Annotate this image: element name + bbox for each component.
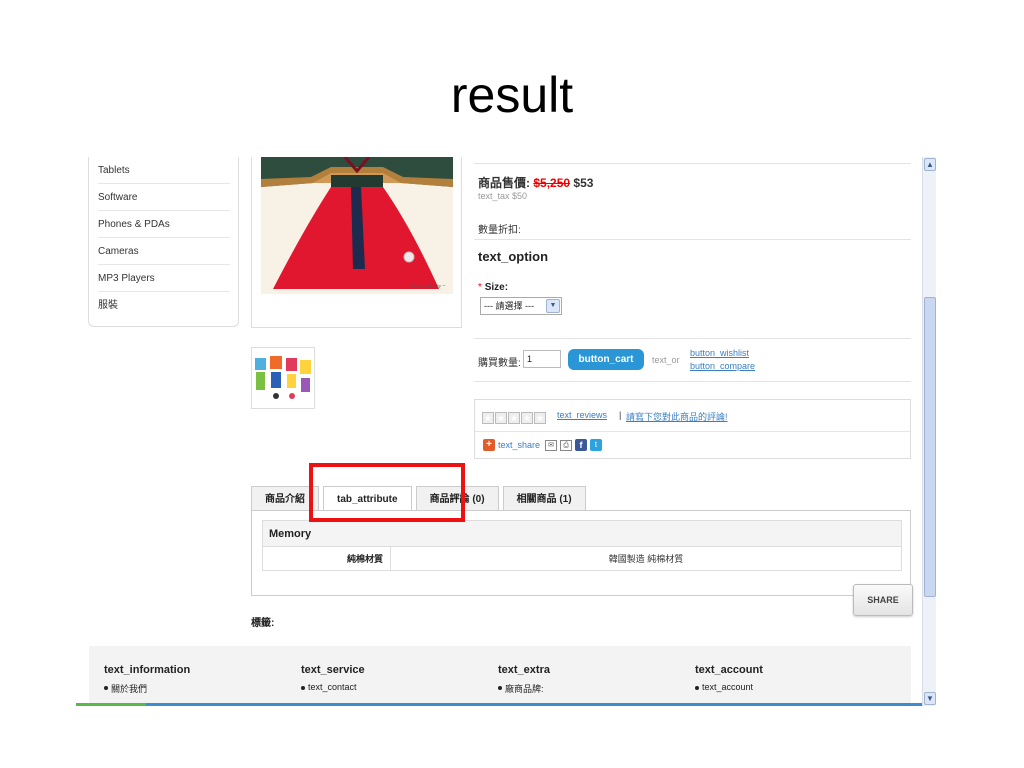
add-share-icon[interactable]: + [483, 439, 495, 451]
review-separator: | [619, 410, 622, 420]
footer-link[interactable]: 關於我們 [104, 682, 190, 695]
size-label-text: Size: [484, 282, 509, 293]
wishlist-link[interactable]: button_wishlist [690, 348, 749, 358]
size-label: * Size: [478, 282, 508, 293]
footer-link[interactable]: 廠商品牌: [498, 682, 550, 695]
price-old: $5,250 [533, 176, 571, 190]
hanbok-photo: photography by ~ [261, 157, 453, 294]
divider [475, 431, 910, 432]
share-row: + text_share ✉ ⎙ f t [483, 438, 603, 452]
quantity-label: 購買數量: [478, 358, 521, 369]
divider [474, 239, 911, 240]
email-icon[interactable]: ✉ [545, 439, 558, 451]
category-item[interactable]: MP3 Players [98, 265, 230, 292]
svg-text:photography by ~: photography by ~ [409, 283, 446, 288]
star-icon: ★ [482, 412, 494, 424]
quantity-input[interactable]: 1 [523, 350, 561, 368]
footer-column: text_account text_account [695, 664, 763, 692]
attribute-panel: Memory 純棉材質 韓國製造 純棉材質 [251, 510, 911, 596]
kids-clothes-thumbnail [252, 348, 314, 408]
category-item[interactable]: Phones & PDAs [98, 211, 230, 238]
price-label: 商品售價: [478, 176, 530, 190]
footer-title: text_information [104, 664, 191, 676]
size-select[interactable]: --- 請選擇 --- ▼ [480, 297, 562, 315]
footer-column: text_service text_contact [301, 664, 365, 692]
category-list: Tablets Software Phones & PDAs Cameras M… [88, 157, 239, 327]
write-review-link[interactable]: 請寫下您對此商品的評論! [626, 410, 728, 423]
footer-title: text_extra [498, 664, 550, 676]
facebook-icon[interactable]: f [575, 439, 588, 451]
footer-column: text_extra 廠商品牌: [498, 664, 550, 695]
star-icon: ★ [495, 412, 507, 424]
chevron-down-icon[interactable]: ▼ [546, 299, 560, 313]
category-item[interactable]: Cameras [98, 238, 230, 265]
category-item[interactable]: Tablets [98, 157, 230, 184]
share-link[interactable]: text_share [498, 440, 540, 450]
product-thumbnail[interactable] [251, 347, 315, 409]
category-item[interactable]: 服裝 [98, 292, 230, 319]
reviews-link[interactable]: text_reviews [557, 410, 607, 420]
attribute-group: Memory [262, 520, 902, 547]
star-icon: ★ [521, 412, 533, 424]
discount-label: 數量折扣: [478, 225, 521, 236]
vertical-scrollbar[interactable]: ▲ ▼ [922, 157, 936, 706]
table-row: 純棉材質 韓國製造 純棉材質 [262, 546, 902, 571]
review-box: ★ ★ ★ ★ ★ text_reviews | 請寫下您對此商品的評論! + text… [474, 399, 911, 459]
footer-link[interactable]: text_contact [301, 682, 365, 692]
footer: text_information 關於我們 text_service text_… [89, 646, 911, 706]
slide-title: result [450, 67, 574, 123]
add-to-cart-button[interactable]: button_cart [568, 349, 644, 370]
footer-title: text_service [301, 664, 365, 676]
price-new: $53 [573, 176, 594, 190]
tags-label: 標籤: [251, 618, 275, 629]
divider [474, 338, 911, 339]
status-bar [76, 703, 922, 706]
star-icon: ★ [508, 412, 520, 424]
required-mark: * [478, 282, 482, 293]
footer-link[interactable]: text_account [695, 682, 763, 692]
divider [474, 163, 911, 164]
category-item[interactable]: Software [98, 184, 230, 211]
highlight-box [309, 463, 465, 522]
footer-title: text_account [695, 664, 763, 676]
attribute-value: 韓國製造 純棉材質 [608, 554, 684, 564]
browser-screenshot: Tablets Software Phones & PDAs Cameras M… [76, 157, 936, 706]
price-line: 商品售價: $5,250 $53 [478, 174, 593, 191]
attribute-table: Memory 純棉材質 韓國製造 純棉材質 [262, 520, 902, 571]
twitter-icon[interactable]: t [590, 439, 603, 451]
star-icon: ★ [534, 412, 546, 424]
rating-stars: ★ ★ ★ ★ ★ [482, 408, 547, 426]
divider [474, 381, 911, 382]
option-title: text_option [478, 249, 549, 264]
status-bar-segment [76, 703, 146, 706]
compare-link[interactable]: button_compare [690, 361, 755, 371]
footer-column: text_information 關於我們 [104, 664, 190, 695]
tab-related[interactable]: 相關商品 (1) [502, 486, 586, 511]
product-main-image[interactable]: photography by ~ [251, 157, 462, 328]
share-button[interactable]: SHARE [853, 584, 913, 616]
tax-text: text_tax $50 [478, 191, 528, 201]
size-select-value: --- 請選擇 --- [484, 301, 534, 311]
scrollbar-thumb[interactable] [924, 297, 936, 597]
scroll-down-icon[interactable]: ▼ [924, 692, 936, 705]
scroll-up-icon[interactable]: ▲ [924, 158, 936, 171]
print-icon[interactable]: ⎙ [560, 439, 573, 451]
attribute-name: 純棉材質 [262, 546, 391, 571]
or-text: text_or [652, 355, 680, 365]
